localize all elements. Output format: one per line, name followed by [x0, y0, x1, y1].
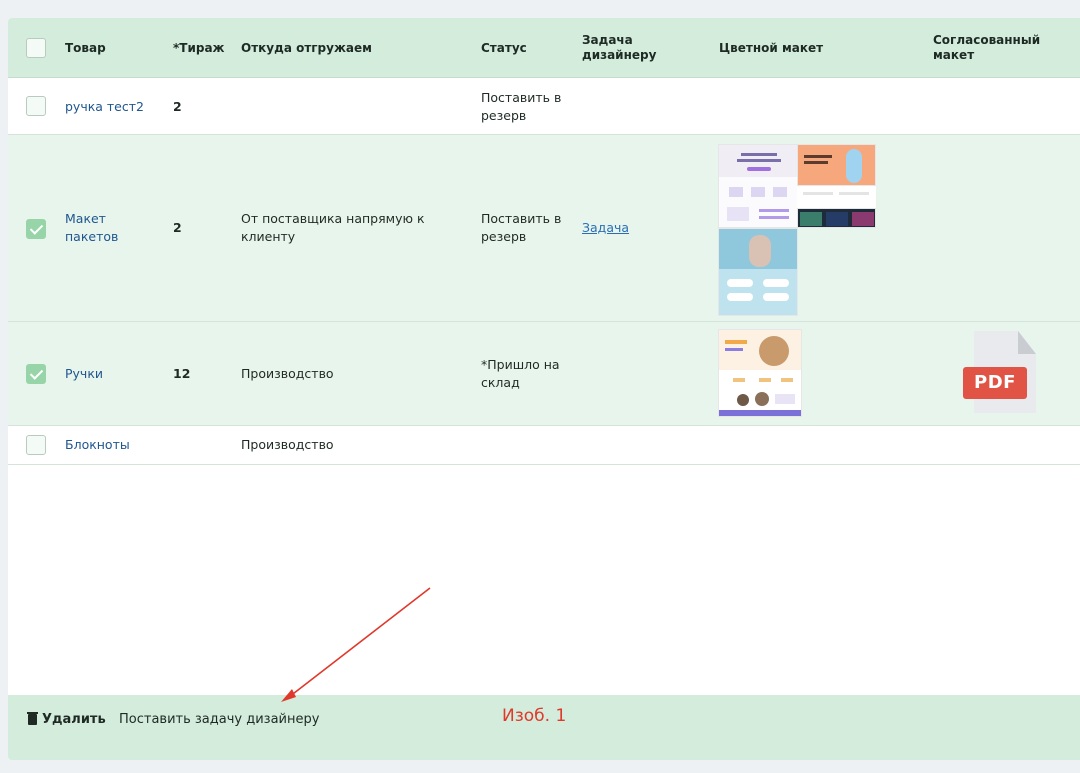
- annotation-arrow: [281, 587, 431, 702]
- annotation-arrow-head: [281, 689, 296, 702]
- annotation-arrow-line: [288, 587, 431, 698]
- figure-caption: Изоб. 1: [502, 706, 567, 726]
